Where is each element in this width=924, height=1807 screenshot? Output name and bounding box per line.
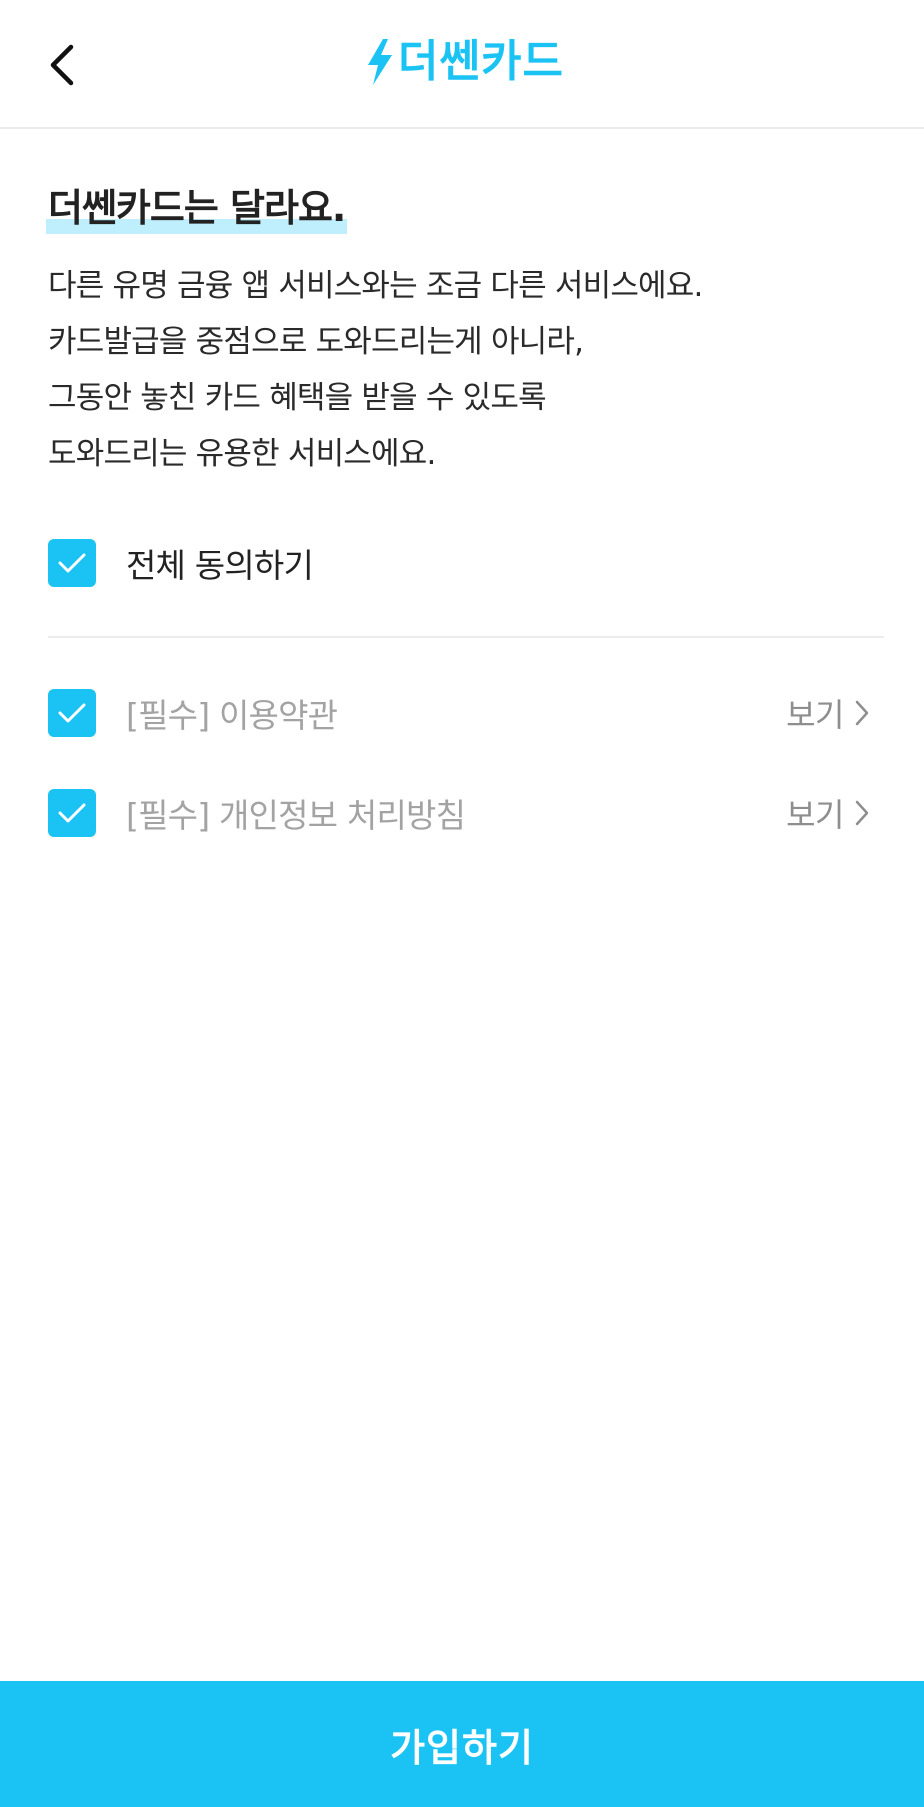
chevron-right-icon [854,799,870,827]
app-logo: 더쎈카드 [366,36,564,88]
term-row-terms-of-use: [필수] 이용약관 보기 [48,689,884,737]
join-button[interactable]: 가입하기 [0,1681,924,1807]
description-line: 도와드리는 유용한 서비스에요. [48,436,436,472]
view-label: 보기 [786,696,844,734]
divider [48,636,884,638]
term-row-privacy-policy: [필수] 개인정보 처리방침 보기 [48,789,884,837]
intro-section: 더쎈카드는 달라요. 다른 유명 금융 앱 서비스와는 조금 다른 서비스에요.… [46,180,884,482]
description-line: 다른 유명 금융 앱 서비스와는 조금 다른 서비스에요. [48,268,703,304]
agree-all-label: 전체 동의하기 [126,546,314,585]
description-line: 그동안 놓친 카드 혜택을 받을 수 있도록 [48,380,547,416]
terms-of-use-label: [필수] 이용약관 [126,696,338,735]
terms-of-use-checkbox[interactable] [48,689,96,737]
headline-wrapper: 더쎈카드는 달라요. [46,180,348,236]
chevron-left-icon [50,44,74,86]
agree-all-checkbox[interactable] [48,539,96,587]
checkmark-icon [58,703,86,723]
agree-all-row[interactable]: 전체 동의하기 [48,539,314,587]
privacy-policy-checkbox[interactable] [48,789,96,837]
lightning-bolt-icon [368,39,392,85]
logo-text: 더쎈카드 [398,36,564,87]
back-button[interactable] [32,30,92,100]
view-label: 보기 [786,796,844,834]
headline: 더쎈카드는 달라요. [48,186,346,230]
checkmark-icon [58,803,86,823]
app-header: 더쎈카드 [0,0,924,129]
privacy-policy-view-link[interactable]: 보기 [786,790,870,836]
description-line: 카드발급을 중점으로 도와드리는게 아니라, [48,324,584,360]
checkmark-icon [58,553,86,573]
chevron-right-icon [854,699,870,727]
description: 다른 유명 금융 앱 서비스와는 조금 다른 서비스에요. 카드발급을 중점으로… [48,258,884,482]
terms-of-use-view-link[interactable]: 보기 [786,690,870,736]
privacy-policy-label: [필수] 개인정보 처리방침 [126,796,466,835]
